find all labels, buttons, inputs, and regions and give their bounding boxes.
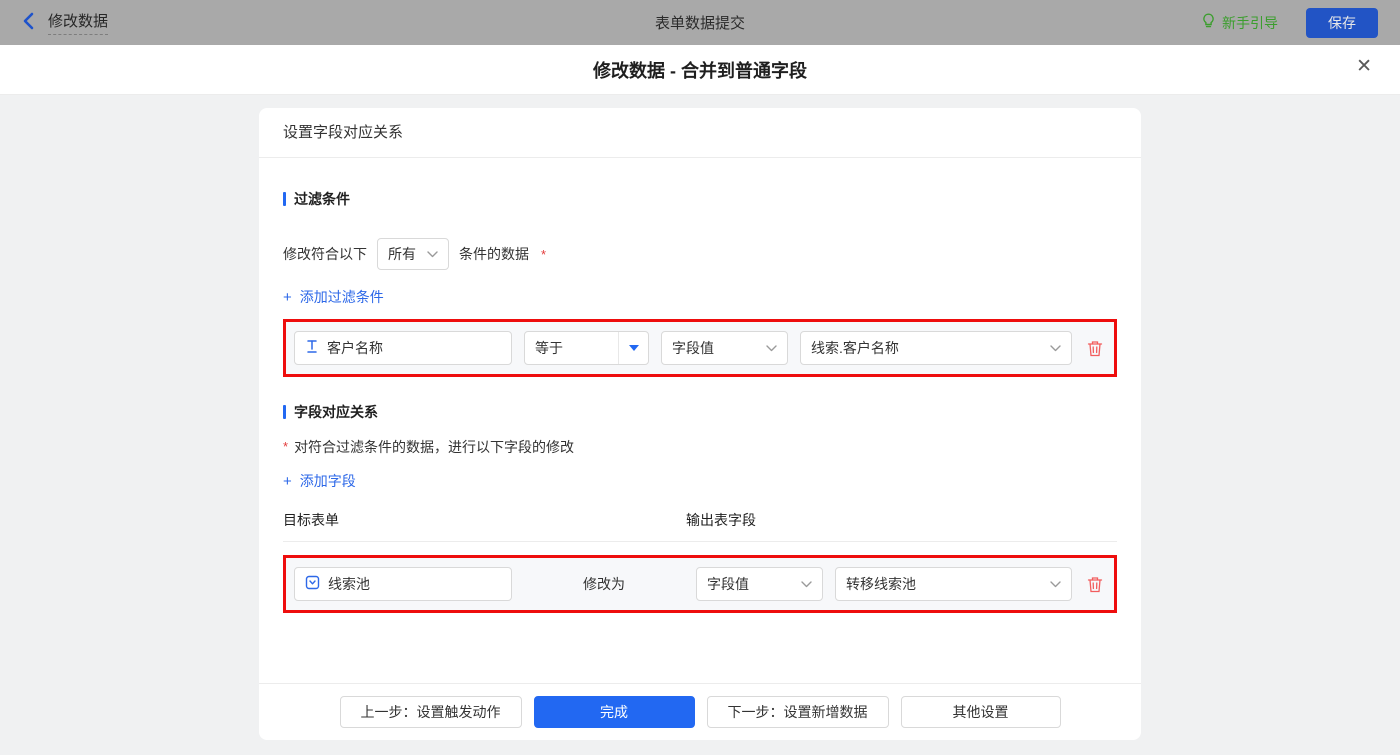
- filter-field-value: 客户名称: [327, 340, 383, 356]
- output-field-select[interactable]: 转移线索池: [835, 567, 1072, 601]
- back-button[interactable]: [22, 12, 34, 33]
- chevron-down-icon: [427, 250, 438, 258]
- other-settings-button[interactable]: 其他设置: [900, 696, 1061, 728]
- chevron-down-icon: [801, 580, 812, 588]
- mapping-value-type-value: 字段值: [707, 576, 749, 592]
- operator-select[interactable]: 等于: [524, 331, 649, 365]
- text-field-icon: [305, 339, 319, 357]
- add-filter-condition-link[interactable]: + 添加过滤条件: [283, 287, 384, 307]
- close-icon[interactable]: ✕: [1356, 57, 1372, 76]
- match-prefix-text: 修改符合以下: [283, 246, 367, 262]
- filter-field-input[interactable]: 客户名称: [294, 331, 512, 365]
- match-condition-row: 修改符合以下 所有 条件的数据 *: [283, 238, 1117, 270]
- back-chevron-icon: [22, 12, 34, 33]
- done-button[interactable]: 完成: [533, 696, 695, 728]
- next-step-button[interactable]: 下一步：设置新增数据: [706, 696, 889, 728]
- value-type-select[interactable]: 字段值: [661, 331, 788, 365]
- filter-section-title: 过滤条件: [283, 189, 1117, 209]
- add-field-label: 添加字段: [299, 473, 356, 489]
- modify-to-label: 修改为: [583, 576, 625, 592]
- column-header-output-field: 输出表字段: [686, 512, 756, 528]
- settings-card: 设置字段对应关系 过滤条件 修改符合以下 所有 条件的数据 * + 添加过滤条件…: [259, 108, 1141, 740]
- value-source-value: 线索.客户名称: [811, 340, 899, 356]
- column-header-target-form: 目标表单: [283, 512, 339, 528]
- caret-down-icon: [628, 345, 639, 351]
- highlighted-filter-row: 客户名称 等于 字段值 线索.客户名称: [283, 319, 1117, 377]
- add-filter-condition-label: 添加过滤条件: [299, 289, 384, 305]
- value-source-select[interactable]: 线索.客户名称: [800, 331, 1072, 365]
- target-field-value: 线索池: [328, 576, 370, 592]
- highlighted-mapping-row: 线索池 修改为 字段值 转移线索池: [283, 555, 1117, 613]
- section-accent-bar: [283, 405, 286, 419]
- mapping-section-title: 字段对应关系: [283, 402, 1117, 422]
- previous-step-button[interactable]: 上一步：设置触发动作: [339, 696, 522, 728]
- match-suffix-text: 条件的数据: [459, 246, 529, 262]
- save-button[interactable]: 保存: [1306, 7, 1378, 38]
- target-field-input[interactable]: 线索池: [294, 567, 512, 601]
- top-bar: 修改数据 表单数据提交 新手引导 保存: [0, 0, 1400, 45]
- delete-mapping-button[interactable]: [1084, 576, 1106, 593]
- filter-section-label: 过滤条件: [294, 191, 350, 207]
- select-field-icon: [305, 575, 320, 593]
- value-type-value: 字段值: [672, 340, 714, 356]
- chevron-down-icon: [766, 344, 777, 352]
- mapping-value-type-select[interactable]: 字段值: [696, 567, 823, 601]
- beginner-guide-link[interactable]: 新手引导: [1201, 13, 1278, 33]
- beginner-guide-label: 新手引导: [1222, 14, 1278, 31]
- trash-icon: [1087, 576, 1103, 592]
- card-section-title: 设置字段对应关系: [259, 108, 1141, 158]
- lightbulb-icon: [1201, 13, 1216, 32]
- chevron-down-icon: [1050, 580, 1061, 588]
- page-title: 表单数据提交: [654, 15, 745, 32]
- delete-condition-button[interactable]: [1084, 340, 1106, 357]
- mapping-description: 对符合过滤条件的数据，进行以下字段的修改: [294, 439, 575, 455]
- mapping-section-label: 字段对应关系: [294, 404, 378, 420]
- plus-icon: +: [283, 472, 292, 490]
- trash-icon: [1087, 340, 1103, 356]
- operator-caret-segment[interactable]: [618, 332, 648, 364]
- section-accent-bar: [283, 192, 286, 206]
- add-field-link[interactable]: + 添加字段: [283, 471, 356, 491]
- modal-content-area: 设置字段对应关系 过滤条件 修改符合以下 所有 条件的数据 * + 添加过滤条件…: [0, 95, 1400, 755]
- operator-value: 等于: [535, 340, 563, 356]
- match-mode-select[interactable]: 所有: [377, 238, 449, 270]
- required-mark: *: [283, 439, 289, 454]
- modal-header: 修改数据 - 合并到普通字段 ✕: [0, 45, 1400, 95]
- match-mode-value: 所有: [388, 246, 416, 262]
- card-footer: 上一步：设置触发动作 完成 下一步：设置新增数据 其他设置: [259, 683, 1141, 740]
- modal-title: 修改数据 - 合并到普通字段: [593, 60, 807, 81]
- mapping-description-row: * 对符合过滤条件的数据，进行以下字段的修改: [283, 437, 1117, 457]
- required-mark: *: [541, 246, 547, 262]
- workflow-name[interactable]: 修改数据: [48, 10, 109, 35]
- chevron-down-icon: [1050, 344, 1061, 352]
- plus-icon: +: [283, 288, 292, 306]
- mapping-table-headers: 目标表单 输出表字段: [283, 510, 1117, 542]
- output-field-value: 转移线索池: [846, 576, 916, 592]
